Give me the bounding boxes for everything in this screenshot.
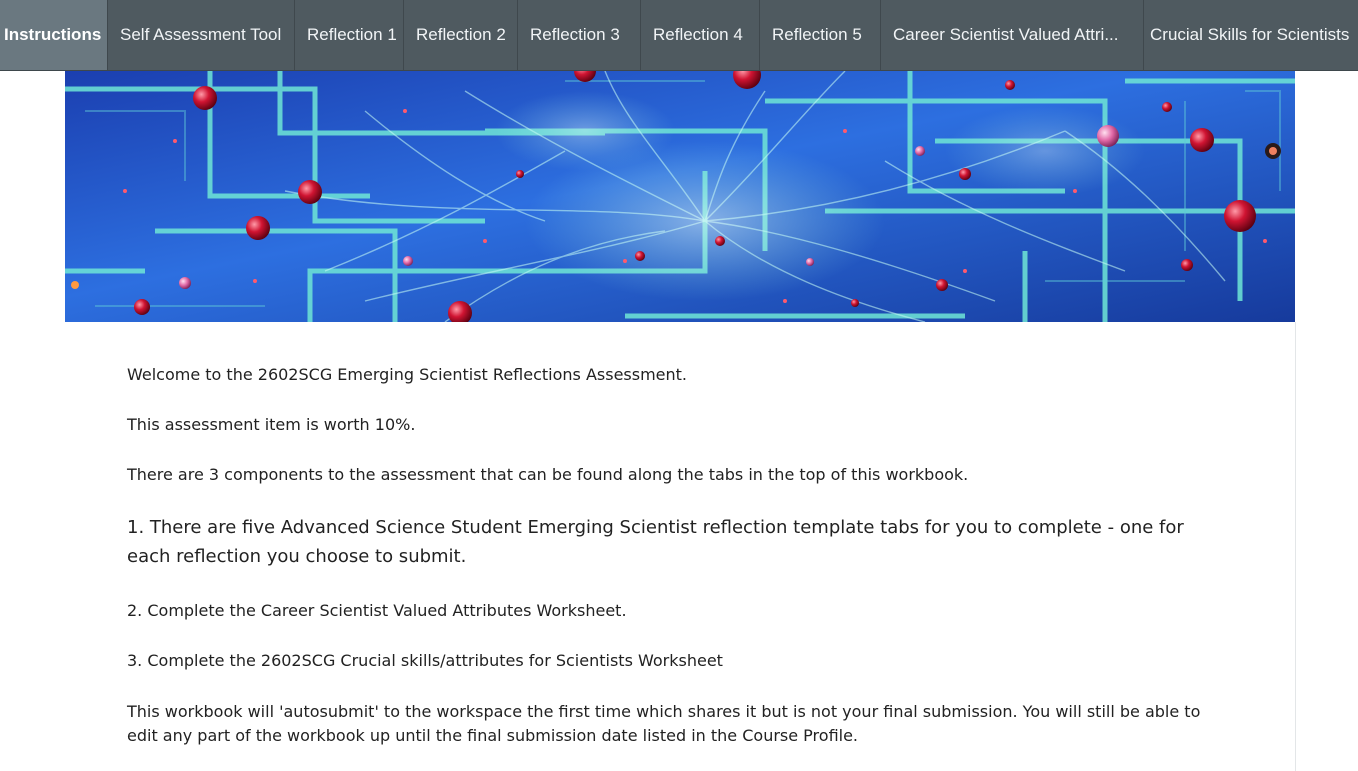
components-text: There are 3 components to the assessment… xyxy=(127,465,969,484)
item-1-text: 1. There are five Advanced Science Stude… xyxy=(127,517,1184,567)
tab-crucial-skills-for-scientists[interactable]: Crucial Skills for Scientists xyxy=(1144,0,1358,70)
tab-reflection-5[interactable]: Reflection 5 xyxy=(760,0,881,70)
content-divider xyxy=(1295,322,1296,771)
item-3-text: 3. Complete the 2602SCG Crucial skills/a… xyxy=(127,651,723,670)
autosubmit-text: This workbook will 'autosubmit' to the w… xyxy=(127,702,1201,745)
tab-reflection-1[interactable]: Reflection 1 xyxy=(295,0,404,70)
tab-career-scientist-valued-attributes[interactable]: Career Scientist Valued Attri... xyxy=(881,0,1144,70)
welcome-text: Welcome to the 2602SCG Emerging Scientis… xyxy=(127,365,688,384)
header-banner-image xyxy=(65,71,1295,322)
tab-self-assessment-tool[interactable]: Self Assessment Tool xyxy=(108,0,295,70)
tab-instructions[interactable]: Instructions xyxy=(0,0,108,70)
tab-reflection-3[interactable]: Reflection 3 xyxy=(518,0,641,70)
tab-reflection-4[interactable]: Reflection 4 xyxy=(641,0,760,70)
item-2-text: 2. Complete the Career Scientist Valued … xyxy=(127,601,627,620)
tab-bar: Instructions Self Assessment Tool Reflec… xyxy=(0,0,1358,71)
tab-reflection-2[interactable]: Reflection 2 xyxy=(404,0,518,70)
worth-text: This assessment item is worth 10%. xyxy=(127,415,416,434)
